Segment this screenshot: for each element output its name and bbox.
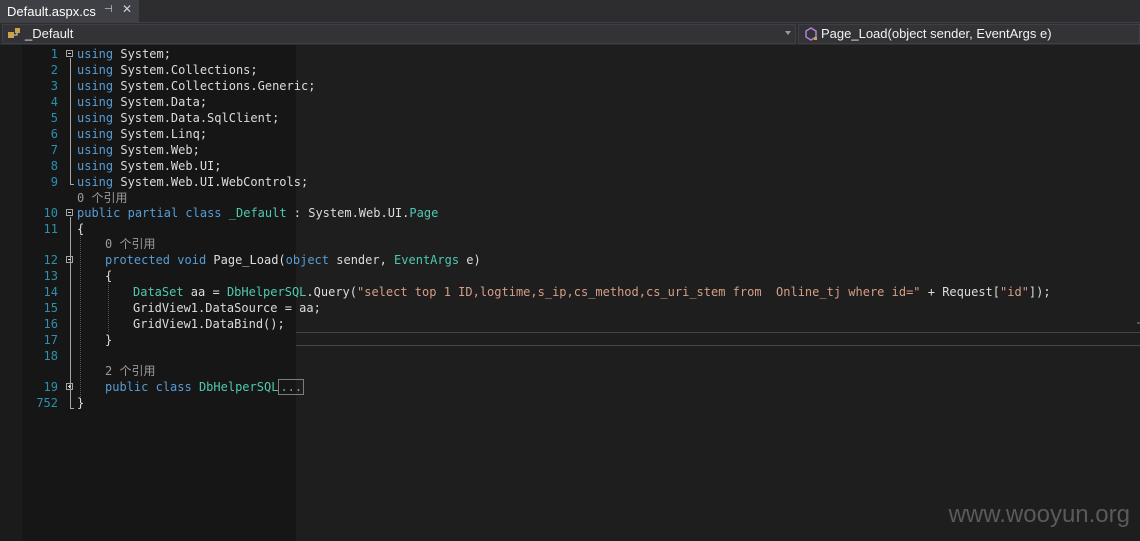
line-number: 5	[50, 111, 58, 125]
line-number: 11	[43, 222, 58, 236]
line-number: 1	[50, 47, 58, 61]
class-dropdown-value: _Default	[25, 26, 74, 41]
collapse-toggle[interactable]	[66, 209, 73, 216]
navigation-bar: _Default Page_Load(object sender, EventA…	[0, 23, 1140, 45]
chevron-down-icon	[785, 31, 791, 35]
collapse-toggle[interactable]	[66, 50, 73, 57]
collapse-toggle[interactable]	[66, 256, 73, 263]
code-line-19: public class DbHelperSQL...	[105, 379, 305, 395]
code-line-752: }	[77, 396, 85, 410]
code-line-17: }	[105, 333, 113, 347]
reference-count-lens[interactable]: 0 个引用	[77, 190, 127, 206]
line-number: 18	[43, 349, 58, 363]
line-number: 12	[43, 253, 58, 267]
code-line-9: using System.Web.UI.WebControls;	[77, 175, 309, 189]
code-line-4: using System.Data;	[77, 95, 208, 109]
line-number: 3	[50, 79, 58, 93]
class-dropdown[interactable]: _Default	[2, 24, 796, 44]
line-number: 7	[50, 143, 58, 157]
outline-end	[70, 184, 74, 185]
code-line-1: using System;	[77, 47, 171, 61]
line-number: 6	[50, 127, 58, 141]
code-line-14: DataSet aa = DbHelperSQL.Query("select t…	[133, 285, 1051, 299]
line-number: 14	[43, 285, 58, 299]
tab-default-aspx-cs[interactable]: Default.aspx.cs ⊣ ✕	[0, 0, 139, 23]
code-line-15: GridView1.DataSource = aa;	[133, 301, 321, 315]
line-number: 19	[43, 380, 58, 394]
outline-end	[70, 408, 74, 409]
watermark: www.wooyun.org	[948, 501, 1130, 528]
outline-line	[70, 58, 71, 185]
line-number: 16	[43, 317, 58, 331]
expand-toggle[interactable]	[66, 383, 73, 390]
current-line-highlight	[296, 332, 1140, 346]
class-icon	[8, 28, 20, 38]
line-number: 17	[43, 333, 58, 347]
code-line-7: using System.Web;	[77, 143, 200, 157]
code-line-6: using System.Linq;	[77, 127, 208, 141]
code-line-10: public partial class _Default : System.W…	[77, 206, 439, 220]
method-icon	[805, 27, 817, 41]
code-line-5: using System.Data.SqlClient;	[77, 111, 280, 125]
line-number: 9	[50, 175, 58, 189]
pin-icon[interactable]: ⊣	[104, 4, 113, 15]
code-line-3: using System.Collections.Generic;	[77, 79, 316, 93]
selection-margin	[0, 45, 22, 541]
code-editor[interactable]: 1 2 3 4 5 6 7 8 9 10 11 12 13 14 15 16 1…	[0, 45, 1140, 541]
line-number: 13	[43, 269, 58, 283]
indent-guide	[108, 276, 110, 332]
document-tab-strip: Default.aspx.cs ⊣ ✕	[0, 0, 1140, 23]
reference-count-lens[interactable]: 2 个引用	[105, 363, 155, 379]
member-dropdown-value: Page_Load(object sender, EventArgs e)	[821, 26, 1052, 41]
collapsed-region-button[interactable]: ...	[278, 379, 305, 395]
line-number: 10	[43, 206, 58, 220]
member-dropdown[interactable]: Page_Load(object sender, EventArgs e)	[798, 24, 1140, 44]
code-line-2: using System.Collections;	[77, 63, 258, 77]
close-icon[interactable]: ✕	[122, 2, 132, 16]
line-number: 4	[50, 95, 58, 109]
code-line-12: protected void Page_Load(object sender, …	[105, 253, 481, 267]
line-number: 8	[50, 159, 58, 173]
reference-count-lens[interactable]: 0 个引用	[105, 236, 155, 252]
code-line-16: GridView1.DataBind();	[133, 317, 285, 331]
line-number: 15	[43, 301, 58, 315]
indent-guide	[80, 229, 82, 403]
tab-title: Default.aspx.cs	[7, 4, 96, 19]
outline-line	[70, 264, 71, 346]
line-number: 752	[36, 396, 58, 410]
code-line-11: {	[77, 222, 85, 236]
code-line-8: using System.Web.UI;	[77, 159, 222, 173]
line-number: 2	[50, 63, 58, 77]
code-line-13: {	[105, 269, 113, 283]
